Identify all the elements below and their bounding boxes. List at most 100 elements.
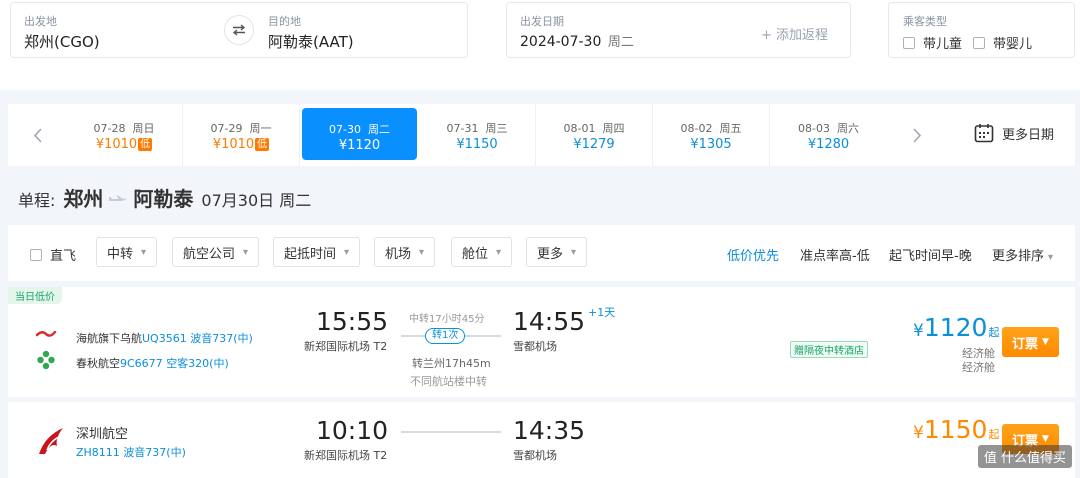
infant-checkbox[interactable] (973, 37, 985, 49)
chevron-right-icon (912, 127, 921, 143)
date-cell-0729[interactable]: 07-29 周一 ¥1010 低 (183, 104, 300, 166)
origin-city: 郑州 (63, 187, 104, 211)
destination-city: 阿勒泰 (133, 187, 194, 211)
date-label: 出发日期 (520, 15, 564, 28)
pax-label: 乘客类型 (903, 15, 947, 28)
departure-time: 15:55 (316, 307, 389, 336)
next-dates-button[interactable] (888, 104, 946, 166)
sort-low-price[interactable]: 低价优先 (727, 245, 779, 264)
route-title: 单程: 郑州 阿勒泰 07月30日 周二 (18, 183, 311, 212)
segment1-info: 海航旗下乌航UQ3561 波音737(中) (76, 332, 253, 345)
chevron-down-icon: ▾ (571, 246, 577, 258)
shenzhen-airlines-logo-icon (39, 428, 63, 454)
date-cell-date: 08-03 周六 (798, 122, 859, 135)
chevron-down-icon: ▾ (1048, 252, 1054, 263)
date-cell-0802[interactable]: 08-02 周五 ¥1305 (653, 104, 770, 166)
low-price-tag: 低 (138, 138, 153, 151)
aircraft-link[interactable]: 波音737(中) (123, 446, 186, 459)
date-cell-price: ¥1010 低 (95, 137, 153, 152)
route-selector: 出发地 郑州(CGO) 目的地 阿勒泰(AAT) (10, 2, 468, 58)
route-line (401, 431, 501, 433)
departure-airport: 新郑国际机场 T2 (304, 340, 388, 353)
infant-label: 带婴儿 (993, 37, 1033, 52)
chevron-left-icon (33, 127, 42, 143)
date-cell-price: ¥1279 (573, 137, 615, 152)
segment2-flight-link[interactable]: 9C6677 (120, 357, 163, 370)
date-cell-price: ¥1010 低 (212, 137, 270, 152)
date-cell-price: ¥1280 (807, 137, 850, 152)
chevron-down-icon: ▼ (1042, 337, 1049, 347)
chevron-down-icon: ▾ (243, 246, 249, 258)
more-filter[interactable]: 更多 ▾ (526, 237, 588, 267)
segment1-aircraft-link[interactable]: 波音737(中) (190, 332, 253, 345)
sort-departure-time[interactable]: 起飞时间早-晚 (889, 245, 972, 264)
transfer-filter[interactable]: 中转 ▾ (96, 237, 158, 267)
child-option[interactable]: 带儿童 (903, 33, 962, 52)
sort-more[interactable]: 更多排序 ▾ (992, 245, 1053, 264)
price: ¥1150起 (913, 415, 1000, 444)
date-cell-0728[interactable]: 07-28 周日 ¥1010 低 (66, 104, 183, 166)
transfer-note: 不同航站楼中转 (410, 375, 487, 388)
date-cell-date: 07-31 周三 (446, 122, 508, 135)
cabin-filter[interactable]: 舱位 ▾ (451, 237, 513, 267)
date-cell-0801[interactable]: 08-01 周四 ¥1279 (536, 104, 653, 166)
prev-dates-button[interactable] (8, 104, 66, 166)
child-label: 带儿童 (923, 37, 963, 52)
direct-checkbox[interactable] (30, 249, 42, 261)
date-cell-date: 08-02 周五 (680, 122, 742, 135)
date-input[interactable]: 2024-07-30 周二 (520, 31, 634, 50)
segment1-flight-link[interactable]: UQ3561 (142, 332, 187, 345)
date-cell-0730-selected[interactable]: 07-30 周二 ¥1120 (302, 108, 417, 160)
date-cell-0731[interactable]: 07-31 周三 ¥1150 (419, 104, 536, 166)
trip-type-label: 单程: (18, 191, 56, 210)
segment2-aircraft-link[interactable]: 空客320(中) (166, 357, 229, 370)
chevron-down-icon: ▾ (344, 246, 350, 258)
chevron-down-icon: ▾ (141, 246, 147, 258)
more-dates-label: 更多日期 (1002, 127, 1055, 143)
date-value: 2024-07-30 (520, 34, 602, 50)
arrival-airport: 雪都机场 (513, 449, 557, 462)
passenger-type: 乘客类型 带儿童 带婴儿 (888, 2, 1075, 58)
arrival-airport: 雪都机场 (513, 340, 557, 353)
infant-option[interactable]: 带婴儿 (973, 33, 1032, 52)
time-filter[interactable]: 起抵时间 ▾ (273, 237, 361, 267)
direct-label: 直飞 (50, 249, 77, 264)
direct-filter[interactable]: 直飞 (30, 245, 76, 264)
swap-cities-button[interactable] (224, 15, 254, 45)
date-cell-date: 07-29 周一 (210, 122, 272, 135)
book-button[interactable]: 订票 ▼ (1002, 327, 1059, 357)
filter-bar: 直飞 中转 ▾ 航空公司 ▾ 起抵时间 ▾ 机场 ▾ 舱位 ▾ 更多 ▾ 低价优先 准点率高… (8, 225, 1075, 281)
price: ¥1120起 (913, 313, 1000, 342)
airline-filter[interactable]: 航空公司 ▾ (172, 237, 260, 267)
transfer-city: 转兰州17h45m (412, 357, 491, 370)
from-label: 出发地 (24, 15, 57, 28)
swap-icon (232, 24, 246, 36)
flight-number-link[interactable]: ZH8111 (76, 446, 120, 459)
urumqi-air-logo-icon (35, 330, 57, 337)
transfer-duration: 中转17小时45分 (409, 314, 485, 325)
date-cell-date: 08-01 周四 (563, 122, 625, 135)
sort-punctuality[interactable]: 准点率高-低 (800, 245, 870, 264)
departure-time: 10:10 (316, 416, 389, 445)
chevron-down-icon: ▾ (496, 246, 502, 258)
airport-filter[interactable]: 机场 ▾ (374, 237, 436, 267)
daily-low-badge: 当日低价 (8, 287, 62, 304)
flight-card[interactable]: 当日低价 海航旗下乌航UQ3561 波音737(中) 春秋航空9C6677 空客… (8, 287, 1075, 397)
to-input[interactable]: 阿勒泰(AAT) (268, 31, 354, 52)
site-watermark: 值 什么值得买 (977, 445, 1072, 468)
plus-day: +1天 (588, 306, 616, 319)
spring-airlines-logo-icon (37, 350, 55, 370)
date-weekday: 周二 (607, 35, 634, 50)
child-checkbox[interactable] (903, 37, 915, 49)
date-cell-0803[interactable]: 08-03 周六 ¥1280 (770, 104, 887, 166)
low-price-tag: 低 (255, 138, 270, 151)
airline-name: 深圳航空 (76, 427, 129, 442)
more-dates-button[interactable]: 更多日期 (974, 123, 1054, 143)
departure-airport: 新郑国际机场 T2 (304, 449, 388, 462)
cabin-class: 经济舱 (962, 361, 995, 374)
add-return-button[interactable]: + 添加返程 (761, 24, 828, 43)
flight-card[interactable]: 深圳航空 ZH8111 波音737(中) 10:10 新郑国际机场 T2 14:… (8, 402, 1075, 478)
from-input[interactable]: 郑州(CGO) (24, 31, 100, 52)
search-bar: 出发地 郑州(CGO) 目的地 阿勒泰(AAT) 出发日期 2024-07-30… (0, 0, 1080, 90)
calendar-icon (974, 124, 994, 143)
